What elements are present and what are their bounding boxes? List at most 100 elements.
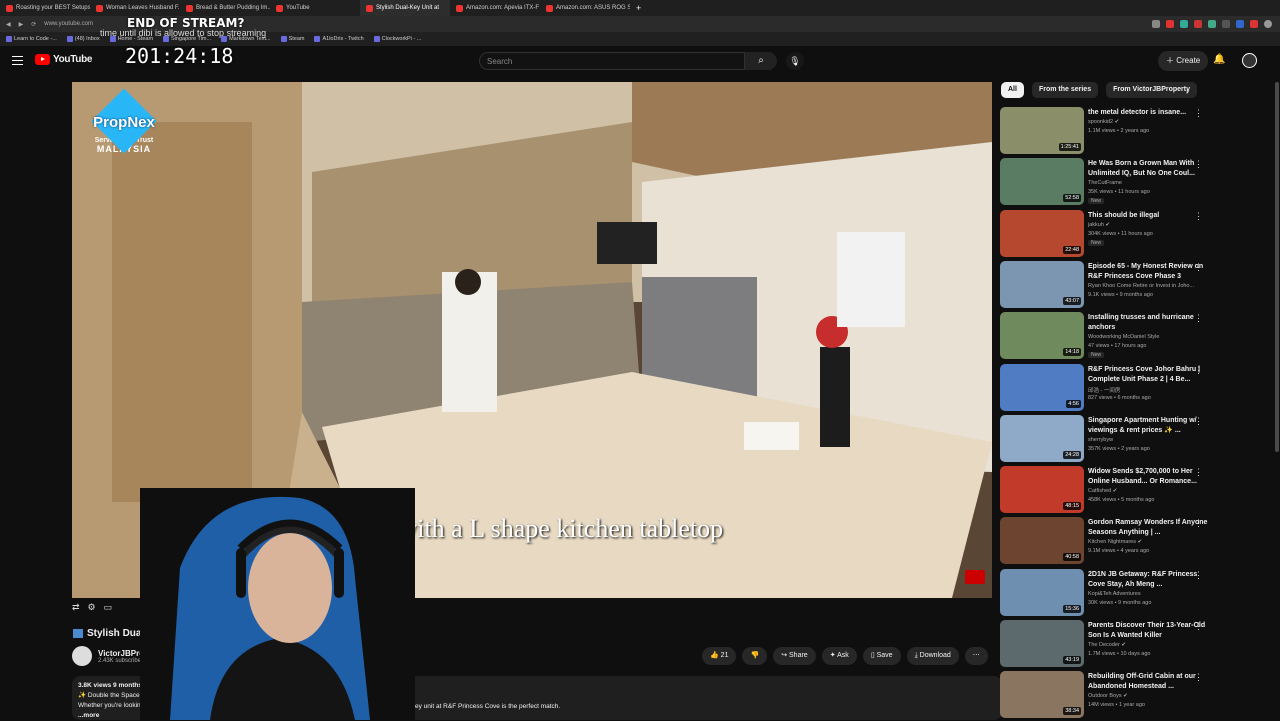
recommended-video[interactable]: 43:19 Parents Discover Their 13-Year-Old …	[1000, 620, 1270, 668]
captions-icon[interactable]: ▭	[104, 602, 113, 618]
more-options-icon[interactable]: ⋮	[1194, 467, 1203, 478]
channel-avatar[interactable]	[72, 646, 92, 666]
recommended-meta: 35K views • 11 hours ago	[1088, 189, 1150, 196]
video-thumbnail[interactable]: 40:58	[1000, 517, 1084, 565]
subscribe-watermark-icon[interactable]	[965, 570, 985, 584]
reload-icon[interactable]: ⟳	[31, 21, 36, 28]
video-thumbnail[interactable]: 48:15	[1000, 466, 1084, 514]
video-thumbnail[interactable]: 22:48	[1000, 209, 1084, 257]
recommended-video[interactable]: 4:56 R&F Princess Cove Johor Bahru | Comp…	[1000, 363, 1270, 412]
more-options-icon[interactable]: ⋮	[1194, 672, 1203, 683]
more-options-icon[interactable]: ⋮	[1194, 313, 1203, 324]
extension-icon[interactable]	[1194, 20, 1202, 28]
more-options-icon[interactable]: ⋮	[1194, 159, 1203, 170]
download-button[interactable]: ⤓ Download	[906, 647, 959, 665]
video-thumbnail[interactable]: 24:28	[1000, 414, 1084, 462]
recommended-channel[interactable]: Kopi&Teh Adventures	[1088, 591, 1141, 597]
recommended-video[interactable]: 1:25:41 the metal detector is insane... sp…	[1000, 107, 1270, 155]
recommended-video[interactable]: 48:15 Widow Sends $2,700,000 to Her Onlin…	[1000, 466, 1270, 514]
extension-icon[interactable]	[1180, 20, 1188, 28]
recommended-channel[interactable]: Outdoor Boys ✔	[1088, 693, 1128, 699]
recommended-channel[interactable]: TheCutFrame	[1088, 180, 1122, 186]
more-options-icon[interactable]: ⋮	[1194, 108, 1203, 119]
account-avatar[interactable]	[1242, 53, 1257, 68]
share-button[interactable]: ↪ Share	[773, 647, 816, 665]
more-options-icon[interactable]: ⋮	[1194, 621, 1203, 632]
filter-chip[interactable]: From VictorJBProperty	[1106, 82, 1197, 98]
browser-tab[interactable]: Amazon.com: Apevia ITX-F	[450, 0, 540, 16]
more-options-icon[interactable]: ⋮	[1194, 262, 1203, 273]
recommended-channel[interactable]: Ryan Khoo Come Retire or Invest in Joho.…	[1088, 283, 1194, 289]
search-input[interactable]: Search	[479, 52, 745, 70]
filter-chip[interactable]: From the series	[1031, 82, 1099, 98]
browser-tab[interactable]: YouTube	[270, 0, 360, 16]
save-button[interactable]: ▯ Save	[862, 647, 901, 665]
extension-icon[interactable]	[1236, 20, 1244, 28]
new-tab-button[interactable]: +	[630, 3, 647, 13]
address-text[interactable]: www.youtube.com	[44, 21, 93, 27]
recommended-channel[interactable]: 邱浩 - 一间房	[1088, 386, 1120, 394]
recommended-video[interactable]: 40:58 Gordon Ramsay Wonders If Anyone Sea…	[1000, 517, 1270, 565]
search-button[interactable]: ⌕	[745, 52, 777, 70]
extension-icon[interactable]	[1222, 20, 1230, 28]
video-thumbnail[interactable]: 4:56	[1000, 363, 1084, 411]
settings-icon[interactable]: ⚙	[88, 602, 96, 618]
recommended-video[interactable]: 15:36 2D1N JB Getaway: R&F Princess Cove …	[1000, 568, 1270, 617]
recommended-channel[interactable]: The Decoder ✔	[1088, 642, 1126, 648]
video-thumbnail[interactable]: 43:07	[1000, 260, 1084, 308]
recommended-video[interactable]: 38:34 Rebuilding Off-Grid Cabin at our Ab…	[1000, 671, 1270, 719]
more-options-icon[interactable]: ⋮	[1194, 416, 1203, 427]
extension-icon[interactable]	[1208, 20, 1216, 28]
notifications-bell-icon[interactable]: 🔔	[1213, 54, 1225, 65]
browser-tab[interactable]: Bread & Butter Pudding Im...	[180, 0, 270, 16]
recommended-video[interactable]: 24:28 Singapore Apartment Hunting w/ view…	[1000, 414, 1270, 463]
ask-button[interactable]: ✦ Ask	[821, 647, 857, 665]
filter-chip[interactable]: All	[1001, 82, 1024, 98]
back-icon[interactable]: ◀	[6, 21, 11, 28]
recommended-channel[interactable]: Catfished ✔	[1088, 488, 1117, 494]
chevron-right-icon[interactable]: ›	[1186, 86, 1189, 96]
like-button[interactable]: 👍 21	[702, 647, 737, 665]
video-thumbnail[interactable]: 52:58	[1000, 158, 1084, 206]
profile-icon[interactable]	[1264, 20, 1272, 28]
video-thumbnail[interactable]: 43:19	[1000, 620, 1084, 667]
create-button[interactable]: ＋ Create	[1158, 51, 1209, 71]
browser-tab[interactable]: Amazon.com: ASUS ROG S	[540, 0, 630, 16]
bookmark-item[interactable]: ClockworkPi - ...	[373, 36, 421, 42]
more-options-icon[interactable]: ⋮	[1194, 518, 1203, 529]
video-thumbnail[interactable]: 14:18	[1000, 312, 1084, 360]
video-thumbnail[interactable]: 38:34	[1000, 671, 1084, 719]
bookmark-item[interactable]: Learn to Code -...	[6, 36, 57, 42]
extension-icon[interactable]	[1250, 20, 1258, 28]
recommended-video[interactable]: 22:48 This should be illegal jakkuh ✔ 304K …	[1000, 209, 1270, 258]
page-scrollbar[interactable]	[1275, 82, 1279, 452]
more-actions-button[interactable]: ⋯	[964, 647, 988, 665]
extension-icon[interactable]	[1166, 20, 1174, 28]
browser-tab[interactable]: Woman Leaves Husband F...	[90, 0, 180, 16]
dislike-button[interactable]: 👎	[742, 647, 768, 665]
recommended-video[interactable]: 52:58 He Was Born a Grown Man With Unlimi…	[1000, 158, 1270, 206]
video-thumbnail[interactable]: 15:36	[1000, 568, 1084, 616]
hamburger-menu-icon[interactable]	[12, 56, 23, 65]
more-options-icon[interactable]: ⋮	[1194, 365, 1203, 376]
recommended-video[interactable]: 14:18 Installing trusses and hurricane an…	[1000, 312, 1270, 360]
video-thumbnail[interactable]: 1:25:41	[1000, 107, 1084, 154]
youtube-logo[interactable]: YouTube	[35, 54, 93, 65]
more-options-icon[interactable]: ⋮	[1194, 570, 1203, 581]
browser-tab[interactable]: Roasting your BEST Setups	[0, 0, 90, 16]
repeat-icon[interactable]: ⇄	[72, 602, 80, 618]
recommended-channel[interactable]: Kitchen Nightmares ✔	[1088, 539, 1142, 545]
browser-tab[interactable]: Stylish Dual-Key Unit at	[360, 0, 450, 16]
extension-icon[interactable]	[1152, 20, 1160, 28]
forward-icon[interactable]: ▶	[19, 21, 24, 28]
recommended-channel[interactable]: sherrybyw	[1088, 437, 1113, 443]
bookmark-item[interactable]: Steam	[280, 36, 304, 42]
bookmark-item[interactable]: A1loDrix - Twitch	[314, 36, 364, 42]
recommended-channel[interactable]: jakkuh ✔	[1088, 222, 1110, 228]
more-options-icon[interactable]: ⋮	[1194, 211, 1203, 222]
recommended-video[interactable]: 43:07 Episode 65 - My Honest Review on R&…	[1000, 260, 1270, 309]
recommended-channel[interactable]: Woodworking McDaniel Style	[1088, 334, 1159, 340]
bookmark-item[interactable]: (48) Inbox	[66, 36, 100, 42]
voice-search-button[interactable]: 🎙	[786, 52, 804, 70]
recommended-channel[interactable]: spoonkid2 ✔	[1088, 119, 1119, 125]
